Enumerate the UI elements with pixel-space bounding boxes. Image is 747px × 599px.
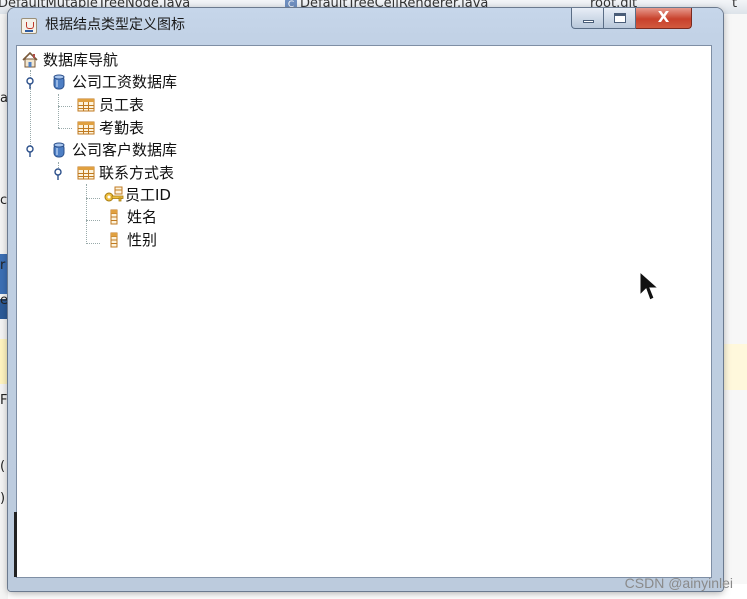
editor-text-fragment: a: [0, 91, 8, 106]
tree-connector: [58, 128, 72, 129]
tree-connector: [58, 94, 59, 128]
tree-node-label: 员工ID: [125, 185, 171, 204]
editor-text-fragment: e: [0, 293, 8, 308]
editor-tab[interactable]: t: [732, 0, 737, 11]
mouse-cursor-icon: [639, 271, 660, 301]
tree-panel: 数据库导航 公司工资数据库 员工表 考勤表 公司客户数据库 联系方式表 员工ID…: [16, 45, 712, 578]
editor-text-fragment: ): [0, 491, 6, 506]
editor-text-fragment: r: [0, 258, 6, 273]
tree-node-root[interactable]: 数据库导航: [21, 48, 118, 70]
background-editor-right: [723, 14, 747, 584]
tree-node-label: 姓名: [127, 207, 158, 226]
background-edge: [14, 512, 17, 577]
background-editor-gutter: a c r e F ( ): [0, 14, 8, 599]
minimize-icon: [583, 20, 594, 23]
database-icon: [50, 141, 68, 159]
collapse-toggle-icon[interactable]: [53, 165, 63, 180]
editor-text-fragment: (: [0, 459, 6, 474]
home-icon: [21, 51, 39, 69]
collapse-toggle-icon[interactable]: [25, 142, 35, 157]
tree-node-label: 联系方式表: [99, 163, 175, 182]
close-icon: X: [657, 8, 670, 26]
tree-node-database[interactable]: 公司客户数据库: [50, 138, 177, 160]
tree-connector: [86, 243, 100, 244]
java-app-icon[interactable]: [21, 18, 37, 34]
table-icon: [77, 164, 95, 182]
window-title: 根据结点类型定义图标: [45, 17, 185, 33]
database-icon: [50, 73, 68, 91]
maximize-icon: [614, 13, 626, 23]
key-icon: [103, 186, 124, 204]
minimize-button[interactable]: [571, 8, 604, 29]
editor-highlight-marker: [0, 339, 8, 384]
watermark: CSDN @ainyinlei: [624, 575, 733, 591]
tree-node-column[interactable]: 员工ID: [103, 183, 171, 205]
tree-node-label: 公司工资数据库: [72, 72, 178, 91]
tree-node-label: 性别: [127, 230, 158, 249]
tree-connector: [86, 198, 100, 199]
tree-connector: [86, 184, 87, 244]
tree-node-table[interactable]: 联系方式表: [77, 161, 174, 183]
maximize-button[interactable]: [604, 8, 636, 29]
tree-node-column[interactable]: 性别: [105, 228, 157, 250]
tree-connector: [86, 220, 100, 221]
tree-node-label: 公司客户数据库: [72, 140, 178, 159]
collapse-toggle-icon[interactable]: [25, 74, 35, 89]
tree-node-database[interactable]: 公司工资数据库: [50, 70, 177, 92]
database-tree[interactable]: 数据库导航 公司工资数据库 员工表 考勤表 公司客户数据库 联系方式表 员工ID…: [17, 46, 711, 577]
editor-text-fragment: F: [0, 393, 8, 408]
tree-node-column[interactable]: 姓名: [105, 205, 157, 227]
close-button[interactable]: X: [636, 8, 692, 29]
column-icon: [105, 231, 123, 249]
table-icon: [77, 96, 95, 114]
app-window: 根据结点类型定义图标 X 数据库导航 公司工资数据库 员工表 考勤表 公司客户数…: [8, 8, 723, 591]
column-icon: [105, 208, 123, 226]
tree-connector: [58, 106, 72, 107]
editor-text-fragment: c: [0, 193, 8, 208]
tree-node-table[interactable]: 考勤表: [77, 116, 144, 138]
title-bar[interactable]: 根据结点类型定义图标 X: [8, 8, 723, 40]
tree-node-label: 员工表: [99, 95, 145, 114]
tree-node-table[interactable]: 员工表: [77, 93, 144, 115]
table-icon: [77, 119, 95, 137]
tree-node-label: 考勤表: [99, 118, 145, 137]
tree-node-label: 数据库导航: [43, 50, 119, 69]
